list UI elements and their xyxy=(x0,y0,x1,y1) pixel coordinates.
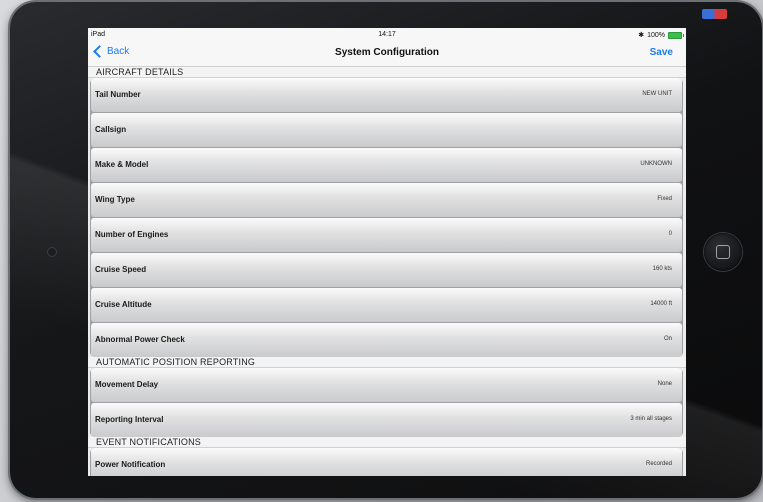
battery-percent: 100% xyxy=(647,31,665,39)
setting-value: None xyxy=(657,381,672,387)
settings-list: AIRCRAFT DETAILS Tail Number NEW UNIT Ca… xyxy=(88,67,686,476)
setting-row-number-of-engines[interactable]: Number of Engines 0 xyxy=(91,218,682,252)
setting-label: Cruise Speed xyxy=(95,265,147,274)
page-title: System Configuration xyxy=(335,47,439,58)
status-bar: iPad 14:17 ✱ 100% xyxy=(88,28,686,42)
setting-label: Cruise Altitude xyxy=(95,300,152,309)
section-header-event-notifications: EVENT NOTIFICATIONS xyxy=(88,437,686,448)
setting-value: NEW UNIT xyxy=(642,91,672,97)
setting-value: 0 xyxy=(668,231,672,237)
setting-label: Make & Model xyxy=(95,160,149,169)
bluetooth-icon: ✱ xyxy=(638,32,645,39)
setting-label: Power Notification xyxy=(95,460,166,469)
window-badge-icon xyxy=(702,9,727,19)
camera-icon xyxy=(48,248,56,256)
setting-label: Tail Number xyxy=(95,90,141,99)
group-position-reporting: Movement Delay None Reporting Interval 3… xyxy=(90,368,683,437)
setting-label: Wing Type xyxy=(95,195,135,204)
app-screen: iPad 14:17 ✱ 100% Back System Configurat… xyxy=(88,28,686,476)
setting-label: Abnormal Power Check xyxy=(95,335,185,344)
setting-row-cruise-speed[interactable]: Cruise Speed 160 kts xyxy=(91,253,682,287)
setting-row-make-model[interactable]: Make & Model UNKNOWN xyxy=(91,148,682,182)
setting-label: Reporting Interval xyxy=(95,415,164,424)
section-header-aircraft-details: AIRCRAFT DETAILS xyxy=(88,67,686,78)
setting-row-callsign[interactable]: Callsign xyxy=(91,113,682,147)
group-event-notifications: Power Notification Recorded xyxy=(90,448,683,476)
setting-row-wing-type[interactable]: Wing Type Fixed xyxy=(91,183,682,217)
setting-value: 160 kts xyxy=(652,266,672,272)
setting-row-reporting-interval[interactable]: Reporting Interval 3 min all stages xyxy=(91,403,682,437)
group-aircraft-details: Tail Number NEW UNIT Callsign Make & Mod… xyxy=(90,78,683,357)
setting-value: On xyxy=(663,336,672,342)
setting-label: Movement Delay xyxy=(95,380,159,389)
section-header-position-reporting: AUTOMATIC POSITION REPORTING xyxy=(88,357,686,368)
navigation-bar: Back System Configuration Save xyxy=(88,42,686,67)
setting-value: 14000 ft xyxy=(650,301,672,307)
home-square-icon xyxy=(716,245,730,259)
status-right: ✱ 100% xyxy=(638,31,684,39)
setting-value: Fixed xyxy=(657,196,672,202)
home-button[interactable] xyxy=(704,233,742,271)
setting-label: Callsign xyxy=(95,125,127,134)
setting-row-power-notification[interactable]: Power Notification Recorded xyxy=(91,448,682,476)
setting-value: Recorded xyxy=(645,461,672,467)
battery-icon xyxy=(668,31,684,39)
setting-row-cruise-altitude[interactable]: Cruise Altitude 14000 ft xyxy=(91,288,682,322)
setting-row-abnormal-power-check[interactable]: Abnormal Power Check On xyxy=(91,323,682,357)
save-button[interactable]: Save xyxy=(650,47,673,58)
setting-row-tail-number[interactable]: Tail Number NEW UNIT xyxy=(91,78,682,112)
setting-row-movement-delay[interactable]: Movement Delay None xyxy=(91,368,682,402)
setting-value: UNKNOWN xyxy=(640,161,672,167)
setting-value: 3 min all stages xyxy=(630,416,672,422)
status-time: 14:17 xyxy=(378,31,396,38)
setting-label: Number of Engines xyxy=(95,230,169,239)
